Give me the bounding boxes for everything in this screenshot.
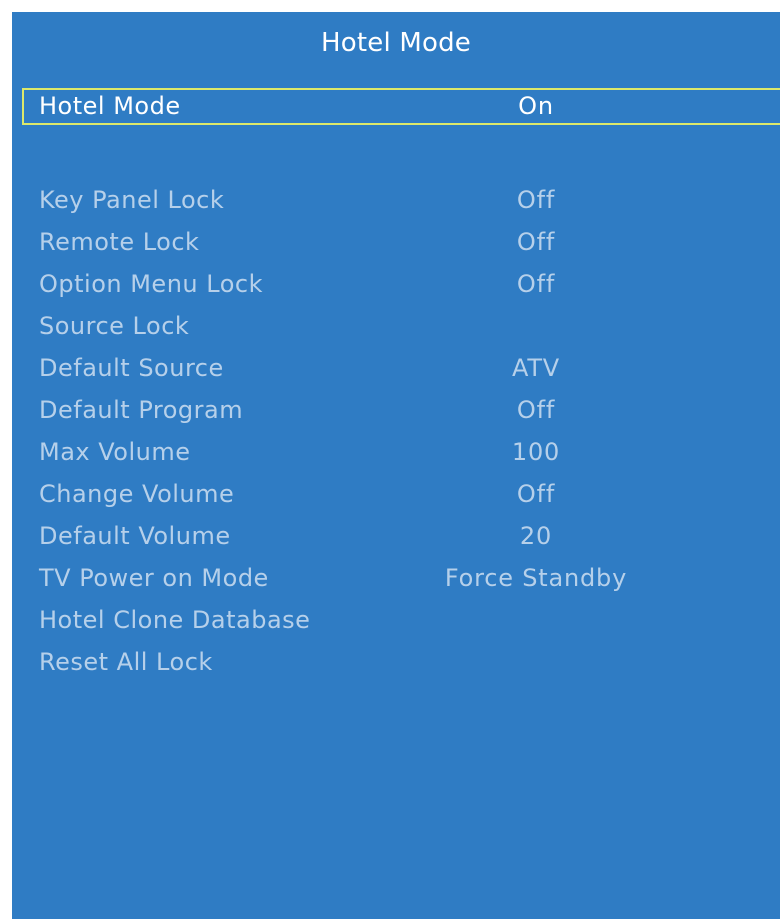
menu-item-label: Source Lock	[39, 312, 190, 340]
menu-item-option-menu-lock[interactable]: Option Menu Lock Off	[22, 266, 780, 303]
menu-item-value: ATV	[511, 354, 561, 382]
menu-item-remote-lock[interactable]: Remote Lock Off	[22, 224, 780, 261]
menu-item-value: Off	[516, 480, 556, 508]
menu-item-tv-power-on-mode[interactable]: TV Power on Mode Force Standby	[22, 560, 780, 597]
menu-item-change-volume[interactable]: Change Volume Off	[22, 476, 780, 513]
menu-item-hotel-mode[interactable]: Hotel Mode On	[22, 88, 780, 125]
menu-item-label: Hotel Mode	[39, 92, 181, 120]
menu-item-value	[481, 308, 591, 345]
menu-item-value	[481, 602, 591, 639]
hotel-mode-menu: Hotel Mode Hotel Mode On Key Panel Lock …	[12, 12, 780, 919]
menu-title: Hotel Mode	[321, 28, 471, 58]
menu-item-label: TV Power on Mode	[39, 564, 269, 592]
menu-item-label: Option Menu Lock	[39, 270, 263, 298]
menu-item-label: Change Volume	[39, 480, 235, 508]
menu-item-reset-all-lock[interactable]: Reset All Lock	[22, 644, 780, 681]
menu-item-default-program[interactable]: Default Program Off	[22, 392, 780, 429]
menu-item-label: Hotel Clone Database	[39, 606, 311, 634]
menu-item-value: On	[518, 92, 554, 120]
menu-item-value: Off	[516, 186, 556, 214]
menu-item-label: Default Volume	[39, 522, 231, 550]
menu-item-value: Off	[516, 396, 556, 424]
menu-item-label: Default Source	[39, 354, 224, 382]
menu-item-value: 20	[519, 522, 553, 550]
menu-item-value	[481, 644, 591, 681]
menu-item-value: Force Standby	[444, 564, 628, 592]
menu-item-value: Off	[516, 228, 556, 256]
menu-item-max-volume[interactable]: Max Volume 100	[22, 434, 780, 471]
menu-item-label: Key Panel Lock	[39, 186, 225, 214]
menu-item-label: Max Volume	[39, 438, 191, 466]
menu-item-label: Remote Lock	[39, 228, 200, 256]
menu-item-label: Reset All Lock	[39, 648, 213, 676]
menu-item-label: Default Program	[39, 396, 244, 424]
menu-item-value: Off	[516, 270, 556, 298]
menu-item-value: 100	[511, 438, 561, 466]
menu-item-hotel-clone-database[interactable]: Hotel Clone Database	[22, 602, 780, 639]
menu-item-source-lock[interactable]: Source Lock	[22, 308, 780, 345]
menu-item-default-volume[interactable]: Default Volume 20	[22, 518, 780, 555]
menu-item-key-panel-lock[interactable]: Key Panel Lock Off	[22, 182, 780, 219]
menu-item-default-source[interactable]: Default Source ATV	[22, 350, 780, 387]
